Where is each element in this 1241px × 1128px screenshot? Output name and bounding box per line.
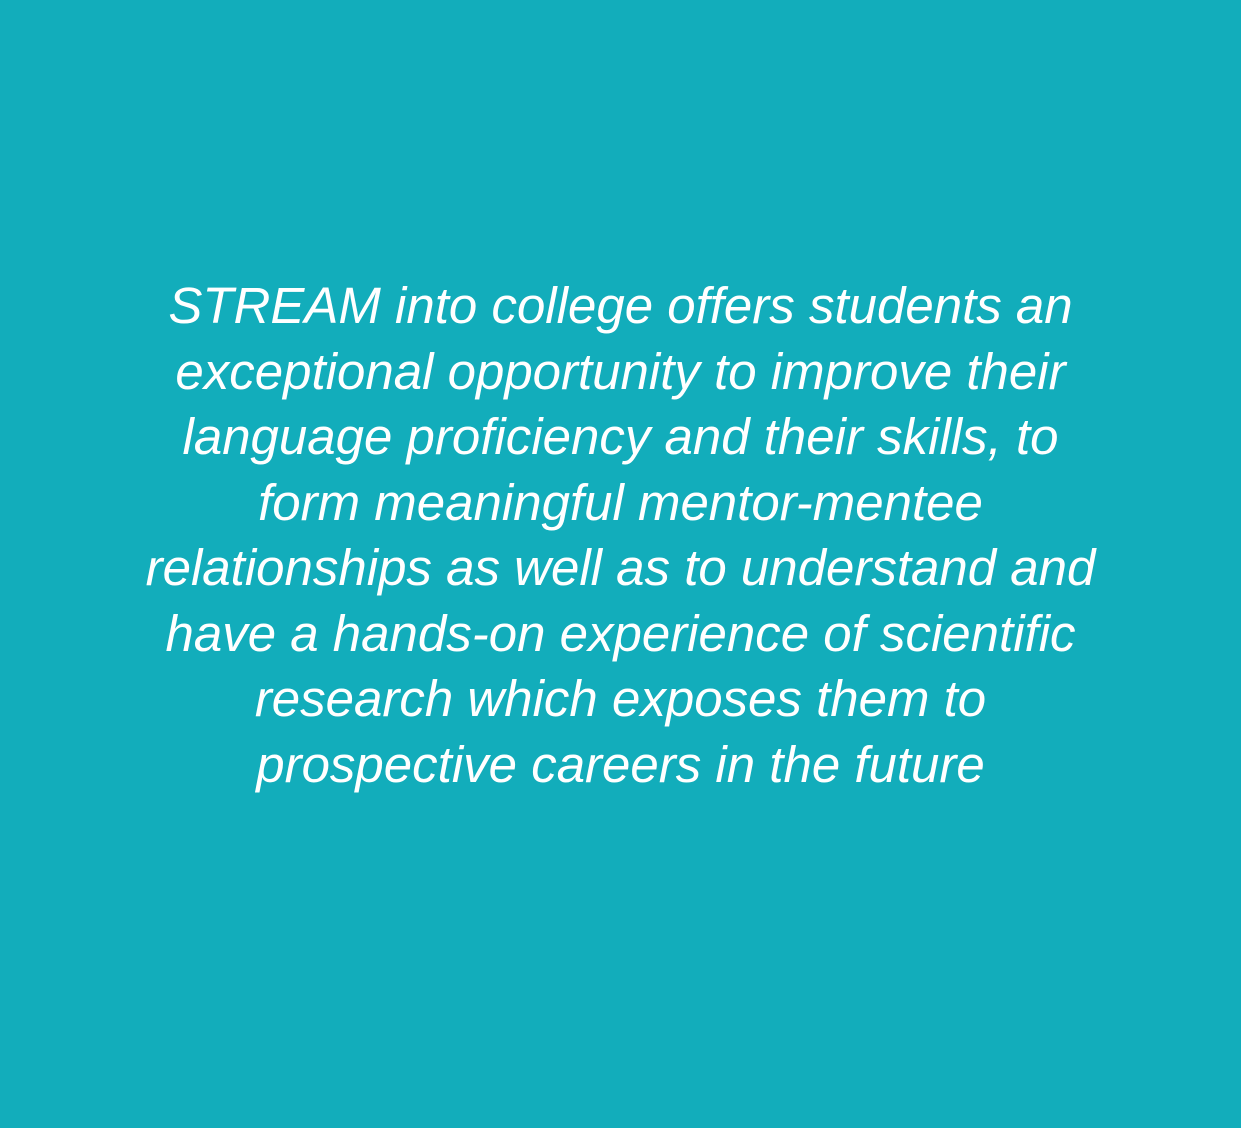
quote-line-7: research which exposes them to	[254, 670, 987, 727]
quote-line-6: have a hands-on experience of scientific	[165, 604, 1076, 662]
quote-line-2: exceptional opportunity to improve their	[175, 342, 1066, 400]
quote-line-3: language proficiency and their skills, t…	[182, 408, 1059, 465]
quote-line-8: prospective careers in the future	[256, 735, 985, 793]
quote-line-4: form meaningful mentor-mentee	[258, 473, 983, 531]
quote-line-1: STREAM into college offers students an	[168, 277, 1073, 334]
quote-line-5: relationships as well as to understand a…	[145, 539, 1096, 596]
quote-card: STREAM into college offers students an e…	[0, 0, 1241, 1128]
quote-text: STREAM into college offers students an e…	[0, 273, 1241, 797]
